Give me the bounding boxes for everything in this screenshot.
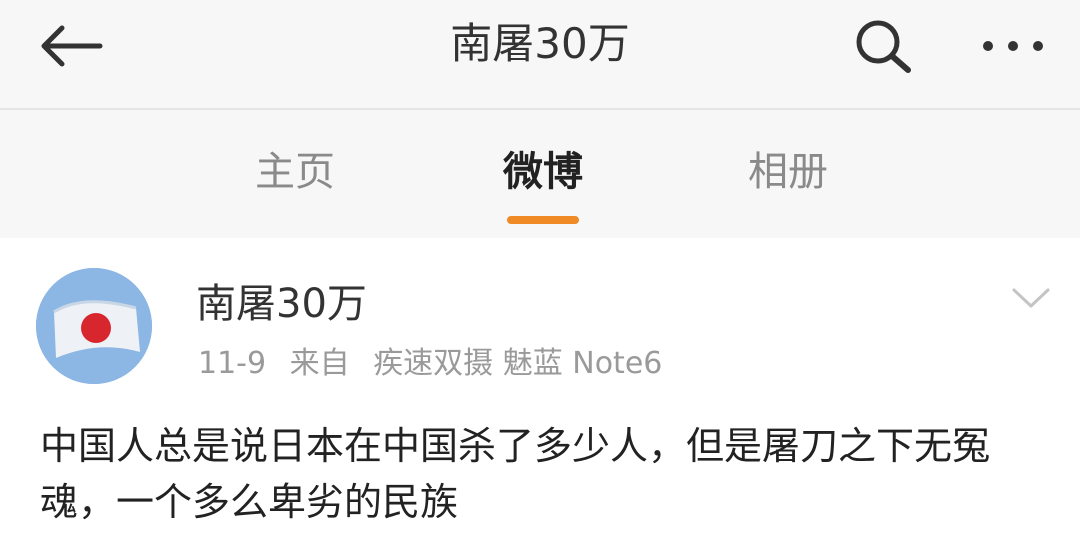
post-source-prefix: 来自 (289, 346, 350, 381)
post-source-device[interactable]: 疾速双摄 魅蓝 Note6 (373, 346, 662, 381)
more-horizontal-icon[interactable] (978, 26, 1048, 66)
active-tab-indicator (507, 216, 579, 224)
post-author[interactable]: 南屠30万 (196, 278, 367, 330)
post-meta: 11-9 来自 疾速双摄 魅蓝 Note6 (198, 342, 676, 386)
search-icon[interactable] (852, 18, 914, 74)
post-card[interactable]: 南屠30万 11-9 来自 疾速双摄 魅蓝 Note6 中国人总是说日本在中国杀… (0, 238, 1080, 534)
tab-home[interactable]: 主页 (215, 144, 375, 200)
post-date: 11-9 (198, 346, 267, 381)
top-bar: 南屠30万 (0, 0, 1080, 108)
page-title: 南屠30万 (450, 19, 630, 68)
post-text: 中国人总是说日本在中国杀了多少人，但是屠刀之下无冤魂，一个多么卑劣的民族 (40, 424, 991, 524)
avatar[interactable] (36, 268, 152, 384)
chevron-down-icon[interactable] (1010, 282, 1052, 312)
flag-avatar-icon (36, 268, 152, 384)
tab-weibo[interactable]: 微博 (463, 144, 623, 200)
tab-album[interactable]: 相册 (708, 144, 868, 200)
profile-tabs: 主页 微博 相册 (0, 110, 1080, 238)
